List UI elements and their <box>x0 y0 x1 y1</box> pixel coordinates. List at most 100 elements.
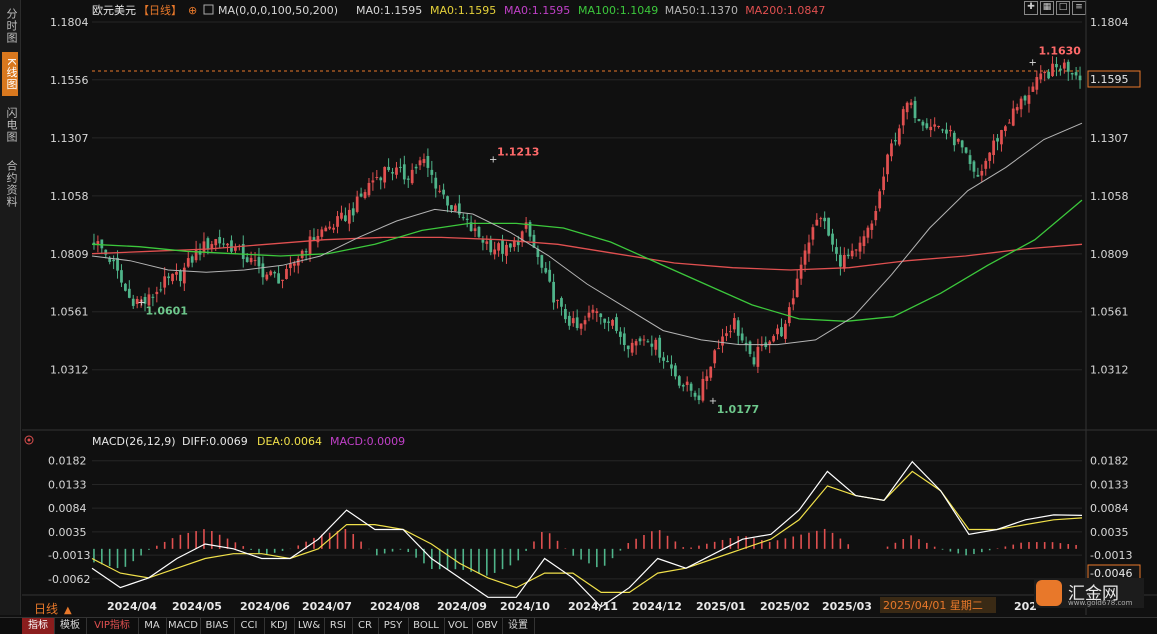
indicator-tab[interactable]: 设置 <box>502 618 535 634</box>
candle-body <box>567 315 571 326</box>
candle-body <box>548 269 552 282</box>
candle-body <box>717 348 720 350</box>
candle-body <box>1019 98 1023 110</box>
candle-body <box>120 270 123 283</box>
candle-body <box>996 138 999 142</box>
candle-body <box>1047 71 1050 79</box>
extreme-marker: + <box>1029 58 1037 69</box>
candle-body <box>630 342 634 353</box>
candle-body <box>281 279 284 281</box>
candle-body <box>945 129 948 134</box>
settings-icon[interactable]: ⊕ <box>188 4 197 17</box>
tab-flash-chart[interactable]: 闪电图 <box>2 100 18 150</box>
ma-header-item: MA0:1.1595 <box>430 4 496 17</box>
indicator-tab[interactable]: 模板 <box>54 618 87 634</box>
candle-body <box>894 140 897 142</box>
candle-body <box>273 272 277 274</box>
candle-body <box>277 273 280 284</box>
xaxis-tick-label: 2024/11 <box>568 600 618 613</box>
candle-body <box>379 177 383 181</box>
candle-body <box>505 244 508 256</box>
candle-body <box>245 257 249 262</box>
candle-body <box>289 263 292 269</box>
candle-body <box>854 249 858 251</box>
candle-body <box>104 249 108 255</box>
candle-body <box>622 333 626 345</box>
candle-body <box>972 161 976 172</box>
candle-body <box>992 140 995 156</box>
candle-body <box>450 205 453 210</box>
price-axis-tick-right: 1.1804 <box>1090 16 1129 29</box>
candle-body <box>925 123 929 129</box>
candle-body <box>858 242 862 252</box>
tab-candle-chart[interactable]: K线图 <box>2 52 18 96</box>
candle-body <box>497 243 500 251</box>
candle-body <box>163 276 167 288</box>
candle-body <box>595 311 599 313</box>
price-axis-tick-left: 1.0561 <box>50 306 89 319</box>
candle-body <box>316 235 320 243</box>
candle-body <box>1066 61 1070 72</box>
xaxis-tick-label: 2025/03 <box>822 600 872 613</box>
candle-body <box>579 323 583 329</box>
candle-body <box>752 357 756 365</box>
candle-body <box>544 268 548 273</box>
candle-body <box>406 178 410 180</box>
candle-body <box>190 256 194 263</box>
tab-contract-info[interactable]: 合约资料 <box>2 154 18 214</box>
indicator-tab[interactable]: MA <box>138 618 167 634</box>
candle-body <box>560 298 563 307</box>
candle-body <box>897 128 901 145</box>
indicator-tab[interactable]: LW& <box>294 618 325 634</box>
candle-body <box>638 338 642 342</box>
candle-body <box>646 341 650 343</box>
ma-header-item: MA50:1.1370 <box>665 4 738 17</box>
candle-body <box>261 263 265 278</box>
price-axis-tick-left: 1.1307 <box>50 132 89 145</box>
candle-body <box>587 312 591 318</box>
candle-body <box>1027 95 1031 104</box>
indicator-tab[interactable]: 指标 <box>22 618 55 634</box>
candle-body <box>776 328 779 335</box>
indicator-tab[interactable]: VOL <box>444 618 473 634</box>
candle-body <box>803 250 807 265</box>
candle-body <box>862 236 866 247</box>
candle-body <box>473 228 477 232</box>
indicator-tab[interactable]: BOLL <box>408 618 445 634</box>
candle-body <box>285 268 288 279</box>
left-sidebar: 分时图 K线图 闪电图 合约资料 <box>0 0 21 615</box>
indicator-tab[interactable]: RSI <box>324 618 353 634</box>
candle-body <box>611 320 614 326</box>
indicator-tab[interactable]: CCI <box>234 618 265 634</box>
candle-body <box>780 327 783 337</box>
chart-area[interactable]: 欧元美元 【日线】 ⊕ MA(0,0,0,100,50,200) MA0:1.15… <box>22 0 1157 615</box>
candle-body <box>811 227 815 240</box>
candle-body <box>1051 63 1054 77</box>
candle-body <box>685 381 689 385</box>
indicator-tab[interactable]: PSY <box>378 618 409 634</box>
price-axis-tick-right: 1.0809 <box>1090 248 1129 261</box>
candle-body <box>308 236 312 255</box>
candle-body <box>489 238 493 253</box>
candle-body <box>866 227 870 238</box>
caret-up-icon[interactable]: ▲ <box>64 605 72 615</box>
indicator-tab[interactable]: MACD <box>166 618 201 634</box>
candle-body <box>414 166 418 169</box>
indicator-tab[interactable]: OBV <box>472 618 503 634</box>
candle-body <box>124 283 127 291</box>
period-label[interactable]: 日线 <box>34 602 58 615</box>
indicator-tab[interactable]: BIAS <box>200 618 235 634</box>
indicator-tab[interactable]: VIP指标 <box>86 618 139 634</box>
ma-toggle-icon[interactable] <box>203 4 214 15</box>
candle-body <box>693 392 697 397</box>
candle-body <box>485 241 489 244</box>
candle-body <box>988 152 992 161</box>
indicator-tab[interactable]: CR <box>352 618 379 634</box>
candle-body <box>819 218 823 220</box>
candle-body <box>501 240 504 254</box>
candle-body <box>438 190 442 192</box>
candle-body <box>371 180 375 183</box>
candle-body <box>1015 107 1019 111</box>
indicator-tab[interactable]: KDJ <box>264 618 295 634</box>
tab-time-chart[interactable]: 分时图 <box>2 4 18 48</box>
